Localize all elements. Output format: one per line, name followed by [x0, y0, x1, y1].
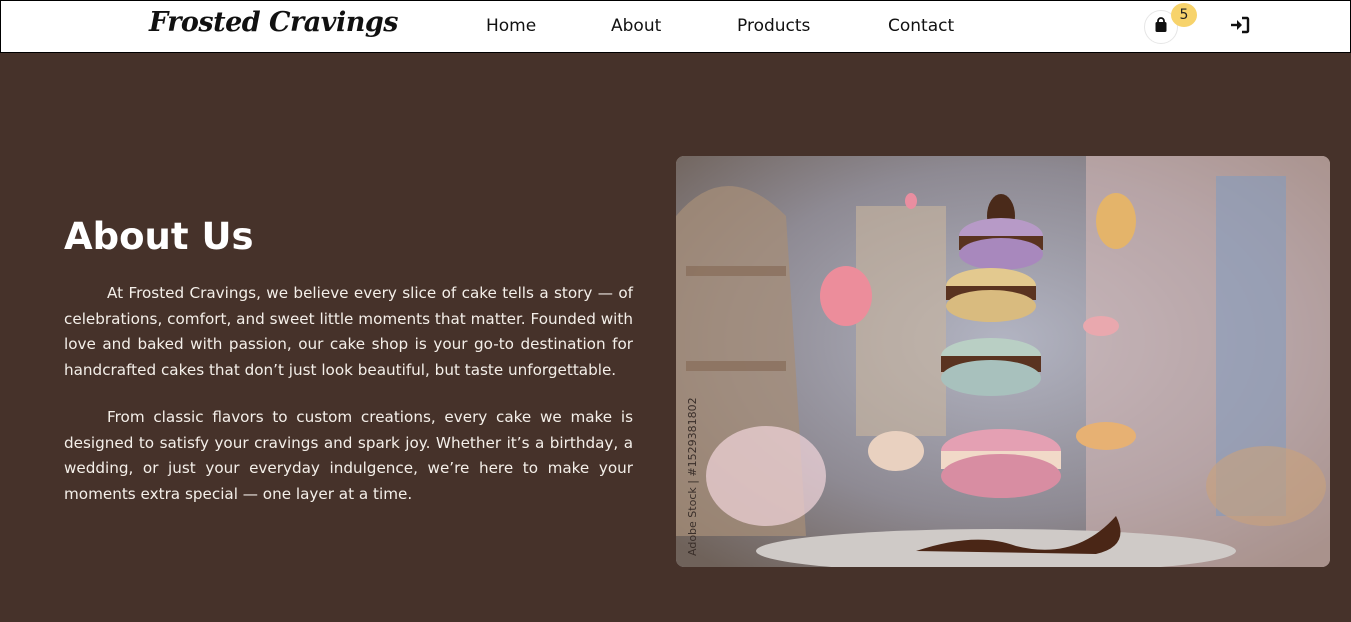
- logo[interactable]: Frosted Cravings: [149, 7, 398, 38]
- about-paragraph-2: From classic flavors to custom creations…: [64, 408, 633, 503]
- nav-link-contact[interactable]: Contact: [888, 16, 954, 36]
- cart-count-badge: 5: [1171, 3, 1197, 27]
- navbar: Frosted Cravings Home About Products Con…: [0, 0, 1351, 53]
- nav-link-about[interactable]: About: [611, 16, 661, 36]
- sign-in-icon: [1230, 16, 1250, 39]
- about-title: About Us: [64, 215, 254, 258]
- about-paragraph-1: At Frosted Cravings, we believe every sl…: [64, 284, 633, 379]
- nav-link-products[interactable]: Products: [737, 16, 810, 36]
- nav-link-home[interactable]: Home: [486, 16, 536, 36]
- login-button[interactable]: [1229, 16, 1251, 38]
- image-watermark: Adobe Stock | #1529381802: [686, 397, 699, 556]
- macaron-tower-image: Adobe Stock | #1529381802: [676, 156, 1330, 567]
- shopping-bag-icon: [1153, 16, 1169, 38]
